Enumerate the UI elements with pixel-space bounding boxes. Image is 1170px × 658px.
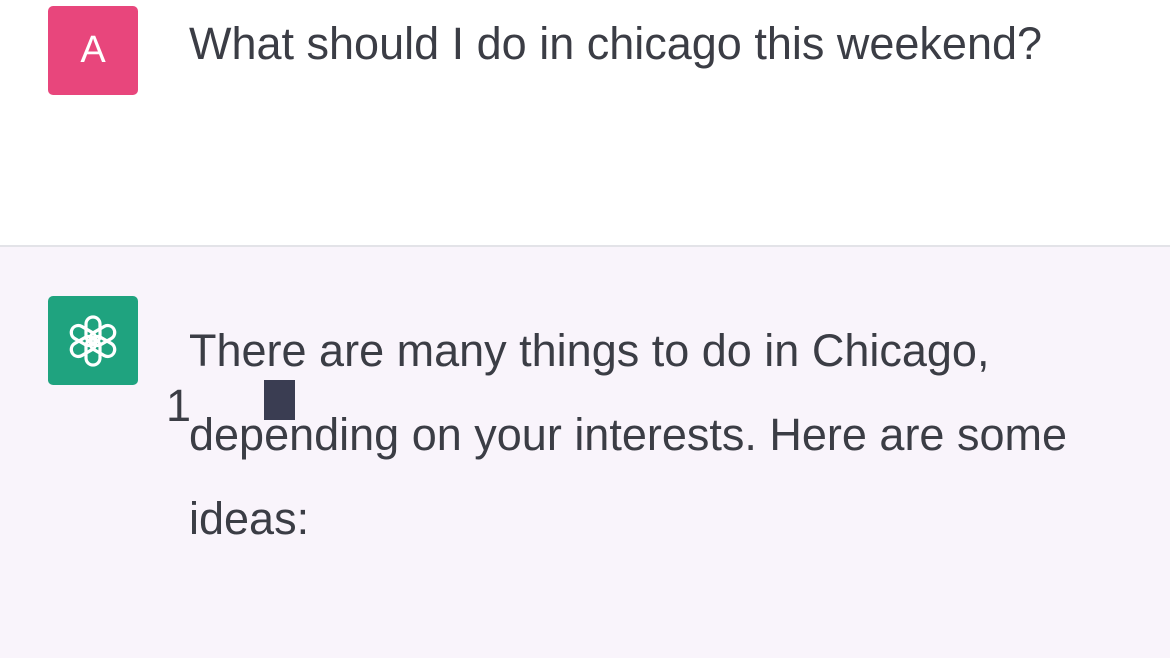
typing-cursor [264, 380, 295, 420]
assistant-avatar [48, 296, 138, 385]
openai-logo-icon [69, 314, 117, 367]
user-avatar: A [48, 6, 138, 95]
assistant-message-row: There are many things to do in Chicago, … [0, 247, 1170, 658]
user-message-text: What should I do in chicago this weekend… [189, 18, 1043, 69]
assistant-message-text: There are many things to do in Chicago, … [189, 325, 1068, 544]
list-item-number: 1 [166, 380, 192, 431]
chat-screen: A What should I do in chicago this weeke… [0, 0, 1170, 658]
user-message-row: A What should I do in chicago this weeke… [0, 0, 1170, 245]
user-avatar-initial: A [80, 29, 106, 71]
